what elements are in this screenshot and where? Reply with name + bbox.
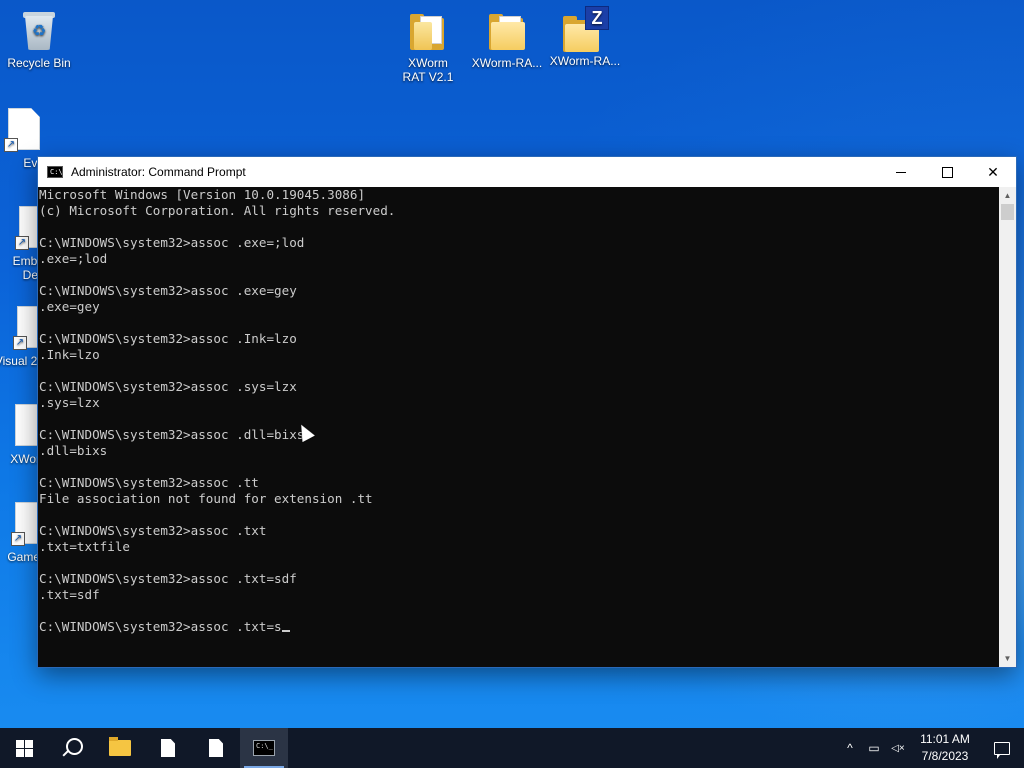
file-explorer-icon: [109, 737, 131, 756]
desktop-icon-xworm-rat[interactable]: XWorm RAT V2.1: [390, 8, 466, 84]
document-shortcut-icon: ↗: [2, 108, 42, 152]
document-icon: [0, 404, 47, 448]
desktop-icon-xworm-zip[interactable]: Z XWorm-RA...: [547, 6, 623, 68]
desktop-icon-xwor[interactable]: XWor: [0, 404, 47, 466]
taskbar-document-2[interactable]: [192, 728, 240, 768]
scrollbar-thumb[interactable]: [1001, 204, 1014, 220]
console-line: C:\WINDOWS\system32>assoc .tt: [39, 475, 259, 490]
console-line: C:\WINDOWS\system32>assoc .txt: [39, 523, 267, 538]
close-icon: ✕: [987, 163, 999, 180]
console-line: C:\WINDOWS\system32>assoc .Ink=lzo: [39, 331, 297, 346]
windows-logo-icon: [15, 739, 33, 757]
close-button[interactable]: ✕: [970, 157, 1016, 187]
desktop-icon-label: XWorm-RA...: [549, 54, 621, 68]
start-button[interactable]: [0, 728, 48, 768]
scroll-up-arrow-icon[interactable]: ▲: [999, 187, 1016, 204]
text-cursor: [281, 630, 290, 632]
document-shortcut-icon: ↗: [0, 502, 47, 546]
maximize-icon: [941, 166, 953, 178]
desktop-icon-game[interactable]: ↗ Game: [0, 502, 47, 564]
taskbar-command-prompt[interactable]: C:\_: [240, 728, 288, 768]
desktop-icon-xworm-folder[interactable]: XWorm-RA...: [469, 8, 545, 70]
console-line: .txt=txtfile: [39, 539, 130, 554]
taskbar: C:\_ ^ ▭ ◁× 11:01 AM 7/8/2023: [0, 728, 1024, 768]
console-line: C:\WINDOWS\system32>assoc .exe=;lod: [39, 235, 305, 250]
console-line: .sys=lzx: [39, 395, 100, 410]
console-line: File association not found for extension…: [39, 491, 373, 506]
desktop-icon-label: Recycle Bin: [7, 56, 71, 70]
cmd-app-icon: C:\: [47, 166, 63, 178]
scroll-down-arrow-icon[interactable]: ▼: [999, 650, 1016, 667]
clock-date: 7/8/2023: [921, 749, 969, 763]
desktop-icon-label: XWorm RAT V2.1: [402, 56, 454, 84]
document-icon: [161, 739, 175, 757]
search-button[interactable]: [48, 728, 96, 768]
console-line: .exe=gey: [39, 299, 100, 314]
system-tray: ^ ▭ ◁× 11:01 AM 7/8/2023: [838, 728, 1024, 768]
search-icon: [65, 737, 83, 755]
console-line: .dll=bixs: [39, 443, 108, 458]
document-shortcut-icon: ↗: [0, 306, 49, 350]
console-line: C:\WINDOWS\system32>assoc .txt=sdf: [39, 571, 297, 586]
document-icon: [209, 739, 223, 757]
maximize-button[interactable]: [924, 157, 970, 187]
notification-icon: [994, 741, 1010, 759]
desktop-icon-recycle-bin[interactable]: ♻ Recycle Bin: [1, 8, 77, 70]
taskbar-file-explorer[interactable]: [96, 728, 144, 768]
desktop-icon-label: XWor: [10, 452, 40, 466]
console-line: (c) Microsoft Corporation. All rights re…: [39, 203, 396, 218]
document-shortcut-icon: ↗: [1, 206, 51, 250]
console-output[interactable]: Microsoft Windows [Version 10.0.19045.30…: [38, 187, 999, 667]
clock[interactable]: 11:01 AM 7/8/2023: [910, 731, 980, 765]
zip-archive-icon: Z: [561, 6, 609, 52]
window-titlebar[interactable]: C:\ Administrator: Command Prompt ✕: [38, 157, 1016, 187]
folder-icon: [408, 8, 448, 52]
desktop-icon-label: Game: [7, 550, 40, 564]
command-prompt-window[interactable]: C:\ Administrator: Command Prompt ✕ Micr…: [38, 157, 1016, 667]
action-center-button[interactable]: [980, 728, 1024, 768]
window-title: Administrator: Command Prompt: [71, 165, 246, 179]
tray-chevron-icon[interactable]: ^: [838, 741, 862, 755]
vertical-scrollbar[interactable]: ▲ ▼: [999, 187, 1016, 667]
minimize-icon: [896, 171, 906, 173]
network-icon[interactable]: ▭: [862, 741, 886, 755]
console-line: C:\WINDOWS\system32>assoc .sys=lzx: [39, 379, 297, 394]
console-line: .txt=sdf: [39, 587, 100, 602]
console-line: C:\WINDOWS\system32>assoc .dll=bixs: [39, 427, 305, 442]
clock-time: 11:01 AM: [920, 732, 970, 746]
console-input-line[interactable]: C:\WINDOWS\system32>assoc .txt=s: [39, 619, 999, 635]
folder-icon: [487, 8, 527, 52]
recycle-bin-icon: ♻: [19, 8, 59, 52]
console-current-input: C:\WINDOWS\system32>assoc .txt=s: [39, 619, 282, 634]
command-prompt-icon: C:\_: [253, 740, 275, 756]
volume-muted-icon[interactable]: ◁×: [886, 743, 910, 754]
desktop-icon-label: XWorm-RA...: [471, 56, 543, 70]
console-line: .exe=;lod: [39, 251, 108, 266]
console-line: Microsoft Windows [Version 10.0.19045.30…: [39, 187, 366, 202]
console-line: .Ink=lzo: [39, 347, 100, 362]
minimize-button[interactable]: [878, 157, 924, 187]
console-line: C:\WINDOWS\system32>assoc .exe=gey: [39, 283, 297, 298]
taskbar-document-1[interactable]: [144, 728, 192, 768]
